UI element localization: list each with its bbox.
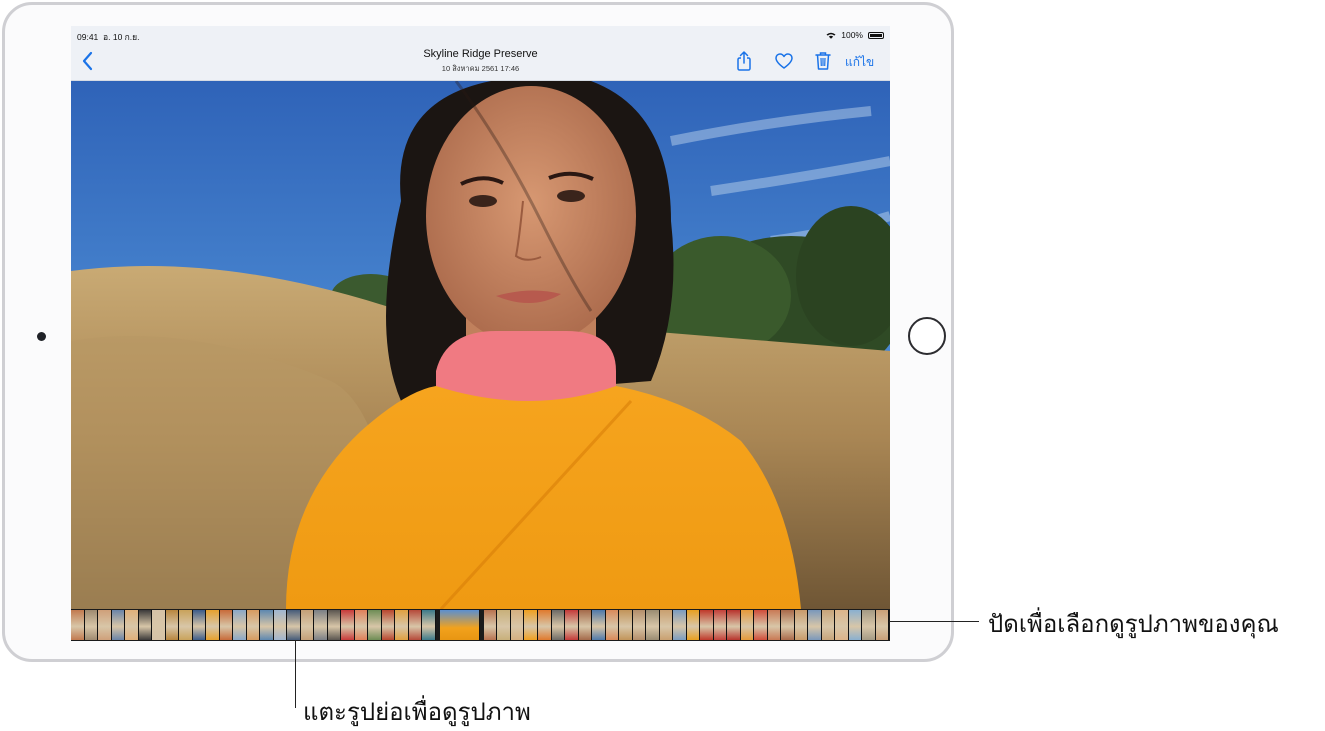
thumbnail[interactable] <box>422 610 436 640</box>
photo-title: Skyline Ridge Preserve <box>423 48 538 60</box>
ipad-frame: 09:41 อ. 10 ก.ย. 100% Skyline Ridge Pres… <box>2 2 954 662</box>
thumbnail[interactable] <box>483 610 498 640</box>
thumbnail[interactable] <box>619 610 633 640</box>
thumbnail[interactable] <box>524 610 538 640</box>
home-button[interactable] <box>908 317 946 355</box>
thumbnail[interactable] <box>727 610 741 640</box>
main-photo[interactable] <box>71 81 890 609</box>
thumbnail[interactable] <box>98 610 112 640</box>
thumbnail[interactable] <box>578 610 593 640</box>
thumbnail[interactable] <box>287 610 301 640</box>
photo-date: 10 สิงหาคม 2561 17:46 <box>441 64 520 73</box>
thumbnail[interactable] <box>192 610 207 640</box>
status-time: 09:41 อ. 10 ก.ย. <box>77 32 140 42</box>
thumbnail[interactable] <box>152 610 166 640</box>
thumbnail[interactable] <box>700 610 714 640</box>
heart-icon[interactable] <box>774 50 794 72</box>
thumbnail[interactable] <box>111 610 126 640</box>
thumbnail[interactable] <box>605 610 620 640</box>
thumbnail[interactable] <box>71 610 85 640</box>
thumbnail[interactable] <box>686 610 701 640</box>
status-right: 100% <box>826 30 884 40</box>
thumbnail[interactable] <box>875 610 890 640</box>
thumbnail[interactable] <box>165 610 180 640</box>
thumbnail[interactable] <box>497 610 511 640</box>
thumbnail[interactable] <box>341 610 355 640</box>
thumbnail[interactable] <box>821 610 836 640</box>
thumbnail[interactable] <box>273 610 288 640</box>
trash-icon[interactable] <box>813 50 833 72</box>
thumbnail[interactable] <box>646 610 660 640</box>
thumbnail[interactable] <box>246 610 261 640</box>
front-camera <box>37 332 46 341</box>
thumbnail[interactable] <box>713 610 728 640</box>
wifi-icon <box>826 32 836 39</box>
thumbnail[interactable] <box>368 610 382 640</box>
thumbnail[interactable] <box>327 610 342 640</box>
status-date: อ. 10 ก.ย. <box>103 32 140 42</box>
nav-bar: 09:41 อ. 10 ก.ย. 100% Skyline Ridge Pres… <box>71 26 890 81</box>
thumbnail[interactable] <box>862 610 876 640</box>
swipe-callout: ปัดเพื่อเลือกดูรูปภาพของคุณ <box>988 610 1279 638</box>
thumbnail[interactable] <box>632 610 647 640</box>
swipe-callout-line <box>889 621 979 622</box>
thumbnail[interactable] <box>84 610 99 640</box>
thumbnail[interactable] <box>179 610 193 640</box>
thumbnail[interactable] <box>219 610 234 640</box>
thumbnail[interactable] <box>808 610 822 640</box>
battery-percent: 100% <box>841 30 863 40</box>
thumbnail[interactable] <box>781 610 795 640</box>
thumbnail[interactable] <box>537 610 552 640</box>
thumbnail[interactable] <box>260 610 274 640</box>
edit-button[interactable]: แก้ไข <box>845 53 874 72</box>
thumbnail[interactable] <box>510 610 525 640</box>
thumbnail[interactable] <box>381 610 396 640</box>
thumbnail[interactable] <box>740 610 755 640</box>
thumbnail-selected[interactable] <box>439 610 480 640</box>
thumbnail[interactable] <box>354 610 369 640</box>
share-icon[interactable] <box>734 50 754 72</box>
thumbnail[interactable] <box>794 610 809 640</box>
thumbnail[interactable] <box>125 610 139 640</box>
thumbnail[interactable] <box>233 610 247 640</box>
thumbnail[interactable] <box>551 610 566 640</box>
thumbnail[interactable] <box>300 610 315 640</box>
thumbnail[interactable] <box>592 610 606 640</box>
thumbnail[interactable] <box>754 610 768 640</box>
thumbnail[interactable] <box>395 610 409 640</box>
thumbnail[interactable] <box>659 610 674 640</box>
thumbnail[interactable] <box>314 610 328 640</box>
tap-callout-line <box>295 640 296 708</box>
thumbnail[interactable] <box>767 610 782 640</box>
thumbnail[interactable] <box>835 610 849 640</box>
photos-screen: 09:41 อ. 10 ก.ย. 100% Skyline Ridge Pres… <box>71 26 890 641</box>
thumbnail[interactable] <box>848 610 863 640</box>
thumbnail[interactable] <box>565 610 579 640</box>
thumbnail[interactable] <box>138 610 153 640</box>
thumbnail[interactable] <box>408 610 423 640</box>
thumbnail[interactable] <box>206 610 220 640</box>
battery-icon <box>868 31 884 39</box>
tap-callout: แตะรูปย่อเพื่อดูรูปภาพ <box>303 698 531 726</box>
thumbnail[interactable] <box>673 610 687 640</box>
thumbnail-filmstrip[interactable] <box>71 609 890 641</box>
